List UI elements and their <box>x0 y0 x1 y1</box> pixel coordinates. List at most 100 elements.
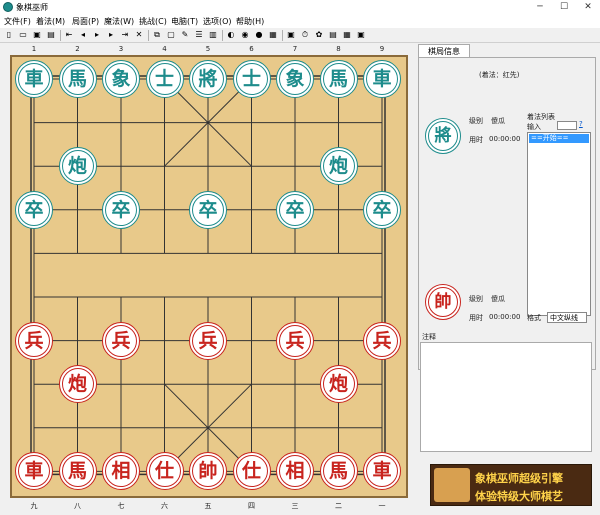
file-number-top: 2 <box>75 45 80 53</box>
exit-icon[interactable]: ▣ <box>356 30 366 40</box>
turn-info: (着法：红先) <box>479 71 520 79</box>
black-piece[interactable]: 馬 <box>319 60 358 98</box>
file-number-bottom: 八 <box>74 502 81 510</box>
note-icon[interactable]: ▦ <box>268 30 278 40</box>
maximize-button[interactable]: ☐ <box>552 0 576 14</box>
edit-icon[interactable]: ✎ <box>180 30 190 40</box>
black-piece[interactable]: 炮 <box>319 147 358 186</box>
chess-board[interactable]: 車馬象士將士象馬車炮炮卒卒卒卒卒兵兵兵兵兵炮炮車馬相仕帥仕相馬車 <box>10 55 408 498</box>
menu-position[interactable]: 局面(P) <box>72 16 99 27</box>
menu-computer[interactable]: 电脑(T) <box>171 16 198 27</box>
file-number-bottom: 五 <box>204 502 212 510</box>
file-numbers-bottom: 九八七六五四三二一 <box>0 499 410 511</box>
red-piece[interactable]: 兵 <box>276 321 314 360</box>
chart-icon[interactable]: ▤ <box>328 30 338 40</box>
list-icon[interactable]: ☰ <box>194 30 204 40</box>
black-piece[interactable]: 馬 <box>58 60 97 98</box>
file-number-bottom: 二 <box>335 502 342 510</box>
copy-icon[interactable]: ⧉ <box>152 30 162 40</box>
black-level-value: 傻瓜 <box>491 117 505 125</box>
file-number-top: 4 <box>162 45 167 53</box>
black-piece[interactable]: 將 <box>189 60 227 98</box>
last-move-icon[interactable]: ⇥ <box>120 30 130 40</box>
banner-logo-icon <box>434 468 470 502</box>
minimize-button[interactable]: ─ <box>528 0 552 14</box>
window-title: 象棋巫师 <box>16 3 48 12</box>
black-piece[interactable]: 卒 <box>363 190 401 229</box>
file-number-bottom: 四 <box>248 502 255 510</box>
color-icon[interactable]: ◐ <box>226 30 236 40</box>
open-icon[interactable]: ▭ <box>18 30 28 40</box>
black-piece[interactable]: 車 <box>363 60 401 98</box>
play-icon[interactable]: ▸ <box>92 30 102 40</box>
format-select[interactable]: 中文纵线 <box>547 312 587 323</box>
black-level-label: 级别 <box>469 117 483 125</box>
new-icon[interactable]: ▯ <box>4 30 14 40</box>
file-number-bottom: 一 <box>378 502 386 510</box>
toolbar-separator <box>60 30 61 41</box>
file-number-top: 6 <box>249 45 254 53</box>
book-icon[interactable]: ▥ <box>208 30 218 40</box>
save-as-icon[interactable]: ▤ <box>46 30 56 40</box>
red-level-label: 级别 <box>469 295 483 303</box>
red-piece[interactable]: 馬 <box>58 452 97 491</box>
red-piece[interactable]: 兵 <box>363 321 401 360</box>
black-piece[interactable]: 卒 <box>102 190 140 229</box>
black-piece[interactable]: 卒 <box>276 190 314 229</box>
comment-label: 注释 <box>422 333 436 341</box>
red-piece[interactable]: 馬 <box>319 452 358 491</box>
red-piece[interactable]: 兵 <box>15 321 53 360</box>
close-button[interactable]: ✕ <box>576 0 600 14</box>
black-piece[interactable]: 象 <box>102 60 140 98</box>
save-icon[interactable]: ▣ <box>32 30 42 40</box>
red-piece[interactable]: 仕 <box>232 452 271 491</box>
file-number-top: 3 <box>118 45 124 53</box>
move-list[interactable]: ==开始== <box>527 132 591 316</box>
timer-icon[interactable]: ⏱ <box>300 30 310 40</box>
red-piece[interactable]: 炮 <box>58 365 97 404</box>
menu-options[interactable]: 选项(O) <box>203 16 232 27</box>
next-move-icon[interactable]: ▸ <box>106 30 116 40</box>
eye-icon[interactable]: ◉ <box>240 30 250 40</box>
computer-icon[interactable]: ▣ <box>286 30 296 40</box>
prev-move-icon[interactable]: ◂ <box>78 30 88 40</box>
file-number-bottom: 七 <box>117 502 125 510</box>
file-number-top: 9 <box>379 45 385 53</box>
black-piece[interactable]: 象 <box>276 60 314 98</box>
record-icon[interactable]: ● <box>254 30 264 40</box>
black-piece[interactable]: 士 <box>145 60 184 98</box>
movelist-start-item[interactable]: ==开始== <box>529 134 589 143</box>
clear-icon[interactable]: ▢ <box>166 30 176 40</box>
red-piece[interactable]: 炮 <box>319 365 358 404</box>
red-time-label: 用时 <box>469 314 483 322</box>
red-piece[interactable]: 仕 <box>145 452 184 491</box>
red-piece[interactable]: 兵 <box>189 321 227 360</box>
black-general-badge: 將 <box>425 118 461 154</box>
black-piece[interactable]: 卒 <box>189 190 227 229</box>
menu-challenge[interactable]: 挑战(C) <box>139 16 167 27</box>
black-piece[interactable]: 卒 <box>15 190 53 229</box>
file-number-top: 7 <box>292 45 298 53</box>
app-logo-icon <box>3 2 13 12</box>
tab-game-info[interactable]: 棋局信息 <box>418 44 470 58</box>
comment-textarea[interactable] <box>420 342 592 452</box>
toolbar: ▯ ▭ ▣ ▤ ⇤ ◂ ▸ ▸ ⇥ ✕ ⧉ ▢ ✎ ☰ ▥ ◐ ◉ ● ▦ ▣ ⏱ ✿ ▤ ▦ ▣ <box>0 28 600 43</box>
menu-magic[interactable]: 魔法(W) <box>104 16 134 27</box>
first-move-icon[interactable]: ⇤ <box>64 30 74 40</box>
window-icon[interactable]: ▦ <box>342 30 352 40</box>
engine-banner[interactable]: 象棋巫师超级引擎 体验特级大师棋艺 <box>430 464 592 506</box>
menu-help[interactable]: 帮助(H) <box>236 16 264 27</box>
black-piece[interactable]: 士 <box>232 60 271 98</box>
help-link[interactable]: ? <box>579 120 583 128</box>
move-input[interactable] <box>557 121 577 130</box>
black-time-label: 用时 <box>469 136 483 144</box>
delete-icon[interactable]: ✕ <box>134 30 144 40</box>
red-piece[interactable]: 兵 <box>102 321 140 360</box>
sound-icon[interactable]: ✿ <box>314 30 324 40</box>
black-piece[interactable]: 車 <box>15 60 53 98</box>
menu-moves[interactable]: 着法(M) <box>36 16 65 27</box>
menu-file[interactable]: 文件(F) <box>4 16 31 27</box>
file-number-top: 5 <box>205 45 211 53</box>
black-piece[interactable]: 炮 <box>58 147 97 186</box>
banner-line-1: 象棋巫师超级引擎 <box>475 472 563 485</box>
